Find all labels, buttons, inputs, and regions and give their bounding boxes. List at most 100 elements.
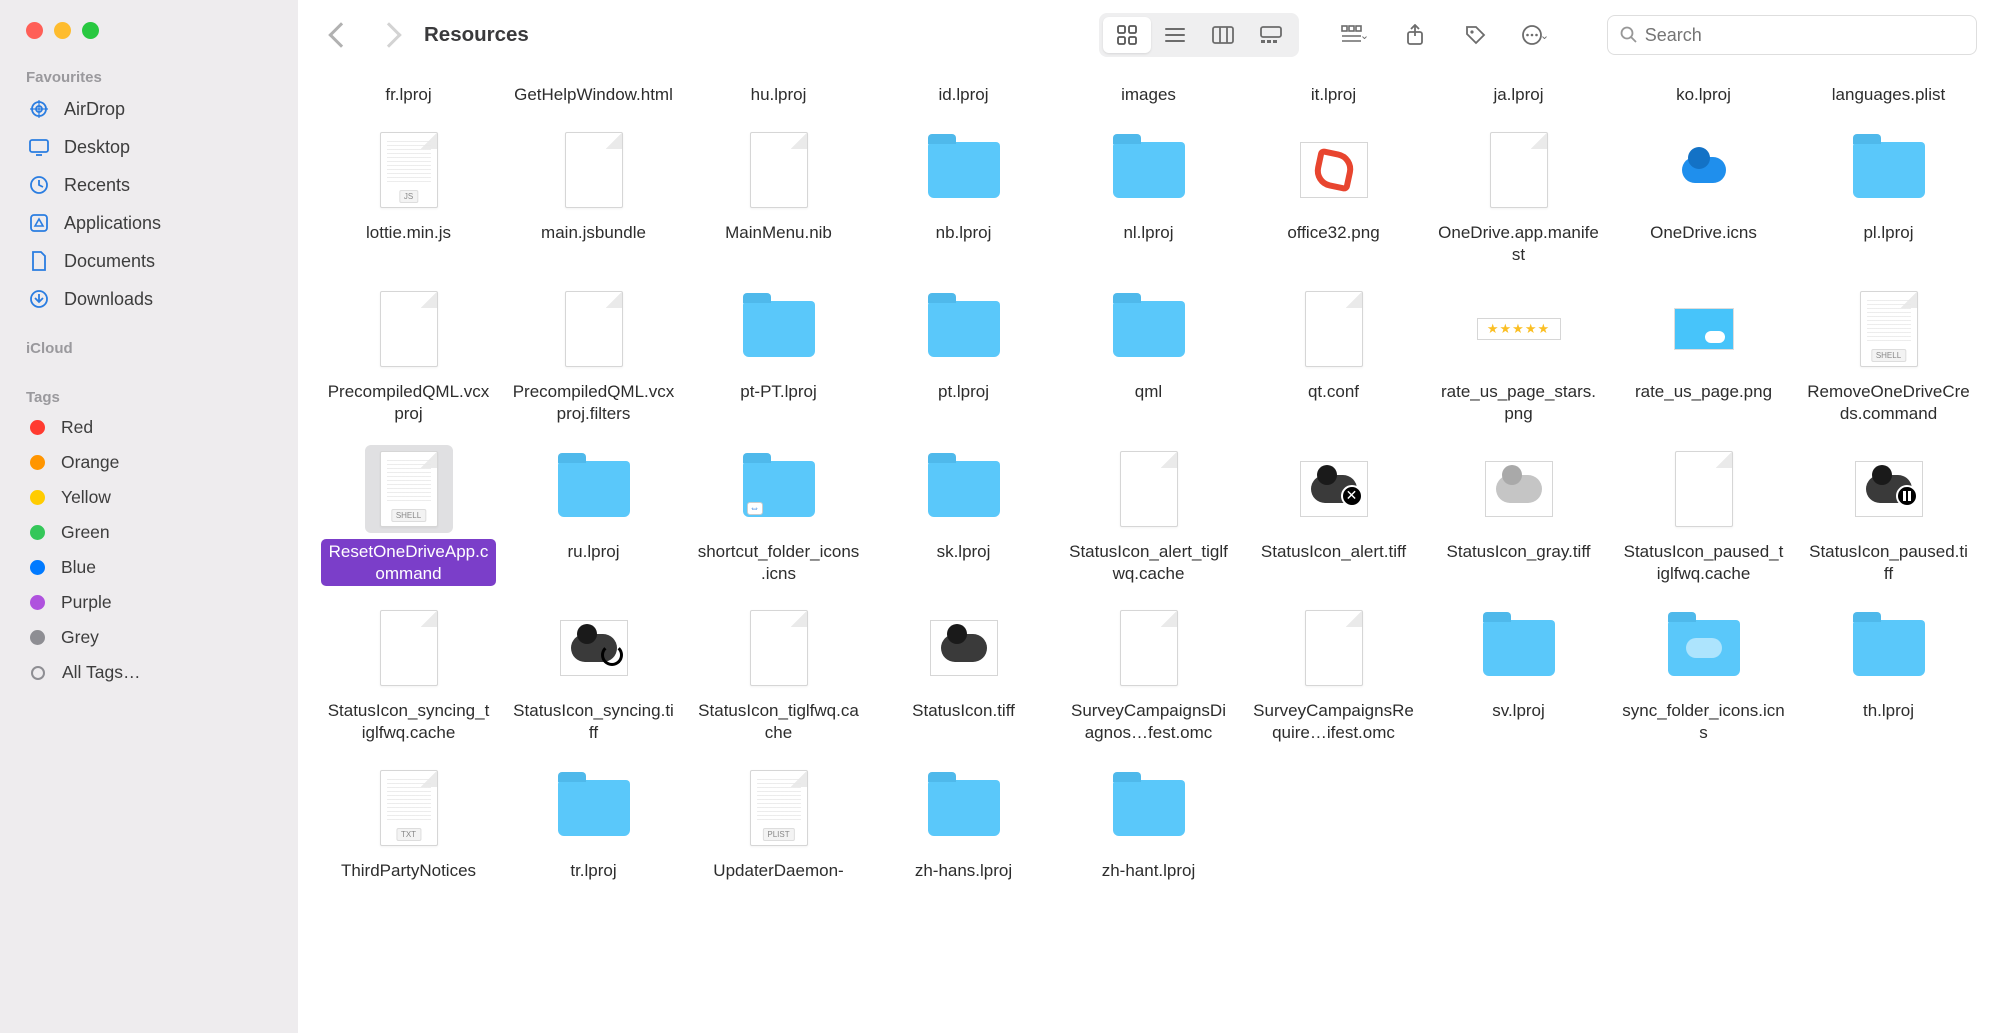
sidebar-item-applications[interactable]: Applications xyxy=(0,204,298,242)
file-item[interactable]: StatusIcon_syncing.tiff xyxy=(501,598,686,752)
file-item[interactable]: PrecompiledQML.vcxproj.filters xyxy=(501,279,686,433)
file-item[interactable]: JSlottie.min.js xyxy=(316,120,501,274)
all-tags-label: All Tags… xyxy=(62,662,140,683)
file-item[interactable]: main.jsbundle xyxy=(501,120,686,274)
file-item[interactable]: PrecompiledQML.vcxproj xyxy=(316,279,501,433)
file-item[interactable]: zh-hant.lproj xyxy=(1056,758,1241,908)
sidebar-tag-green[interactable]: Green xyxy=(0,515,298,550)
file-item[interactable]: GetHelpWindow.html xyxy=(501,76,686,114)
gallery-view-button[interactable] xyxy=(1247,17,1295,53)
file-item[interactable]: pt-PT.lproj xyxy=(686,279,871,433)
document-icon xyxy=(565,291,623,367)
file-item[interactable]: StatusIcon_alert_tiglfwq.cache xyxy=(1056,439,1241,593)
file-item[interactable]: zh-hans.lproj xyxy=(871,758,1056,908)
gallery-icon xyxy=(1260,26,1282,44)
file-item[interactable]: MainMenu.nib xyxy=(686,120,871,274)
file-item[interactable]: office32.png xyxy=(1241,120,1426,274)
file-item[interactable]: nl.lproj xyxy=(1056,120,1241,274)
file-item[interactable]: StatusIcon_syncing_tiglfwq.cache xyxy=(316,598,501,752)
back-button[interactable] xyxy=(328,22,353,47)
file-item[interactable]: images xyxy=(1056,76,1241,114)
file-item[interactable]: ★★★★★rate_us_page_stars.png xyxy=(1426,279,1611,433)
icloud-header: iCloud xyxy=(0,332,298,361)
more-actions-button[interactable]: ⌄ xyxy=(1511,17,1559,53)
file-label: StatusIcon_alert_tiglfwq.cache xyxy=(1061,539,1236,587)
column-view-button[interactable] xyxy=(1199,17,1247,53)
file-label: qt.conf xyxy=(1302,379,1365,423)
tag-dot-icon xyxy=(30,630,45,645)
file-item[interactable]: SHELLRemoveOneDriveCreds.command xyxy=(1796,279,1981,433)
sidebar-tag-orange[interactable]: Orange xyxy=(0,445,298,480)
file-item[interactable]: OneDrive.icns xyxy=(1611,120,1796,274)
search-field[interactable] xyxy=(1607,15,1977,55)
file-item[interactable]: nb.lproj xyxy=(871,120,1056,274)
file-item[interactable]: languages.plist xyxy=(1796,76,1981,114)
file-item[interactable]: tr.lproj xyxy=(501,758,686,908)
share-button[interactable] xyxy=(1391,17,1439,53)
sidebar-item-recents[interactable]: Recents xyxy=(0,166,298,204)
file-label: rate_us_page_stars.png xyxy=(1431,379,1606,427)
file-item[interactable]: pt.lproj xyxy=(871,279,1056,433)
sidebar-item-downloads[interactable]: Downloads xyxy=(0,280,298,318)
sidebar-tag-yellow[interactable]: Yellow xyxy=(0,480,298,515)
sidebar-tag-blue[interactable]: Blue xyxy=(0,550,298,585)
sidebar-item-airdrop[interactable]: AirDrop xyxy=(0,90,298,128)
file-item[interactable]: th.lproj xyxy=(1796,598,1981,752)
file-item[interactable]: StatusIcon_gray.tiff xyxy=(1426,439,1611,593)
tag-label: Red xyxy=(61,417,93,438)
file-label: ja.lproj xyxy=(1487,82,1549,108)
tag-label: Green xyxy=(61,522,110,543)
fullscreen-window-button[interactable] xyxy=(82,22,99,39)
view-mode-group xyxy=(1099,13,1299,57)
file-item[interactable]: StatusIcon.tiff xyxy=(871,598,1056,752)
file-item[interactable]: fr.lproj xyxy=(316,76,501,114)
icon-view-button[interactable] xyxy=(1103,17,1151,53)
file-item[interactable]: sk.lproj xyxy=(871,439,1056,593)
file-item[interactable]: rate_us_page.png xyxy=(1611,279,1796,433)
list-view-button[interactable] xyxy=(1151,17,1199,53)
group-by-button[interactable]: ⌄ xyxy=(1331,17,1379,53)
sidebar-all-tags[interactable]: All Tags… xyxy=(0,655,298,690)
file-item[interactable]: ja.lproj xyxy=(1426,76,1611,114)
file-item[interactable]: qml xyxy=(1056,279,1241,433)
sidebar-tag-purple[interactable]: Purple xyxy=(0,585,298,620)
forward-button[interactable] xyxy=(376,22,401,47)
file-label: languages.plist xyxy=(1826,82,1951,108)
file-item[interactable]: SurveyCampaignsDiagnos…fest.omc xyxy=(1056,598,1241,752)
file-item[interactable]: ✕StatusIcon_alert.tiff xyxy=(1241,439,1426,593)
search-input[interactable] xyxy=(1645,25,1964,46)
file-item[interactable]: id.lproj xyxy=(871,76,1056,114)
desktop-icon xyxy=(28,136,50,158)
minimize-window-button[interactable] xyxy=(54,22,71,39)
file-item[interactable]: it.lproj xyxy=(1241,76,1426,114)
file-item[interactable]: qt.conf xyxy=(1241,279,1426,433)
file-item[interactable]: SurveyCampaignsRequire…ifest.omc xyxy=(1241,598,1426,752)
file-label: nb.lproj xyxy=(930,220,998,264)
document-icon: TXT xyxy=(380,770,438,846)
file-item[interactable]: OneDrive.app.manifest xyxy=(1426,120,1611,274)
file-item[interactable]: ⇔shortcut_folder_icons.icns xyxy=(686,439,871,593)
sidebar-tag-grey[interactable]: Grey xyxy=(0,620,298,655)
file-item[interactable]: sync_folder_icons.icns xyxy=(1611,598,1796,752)
sidebar-item-label: Recents xyxy=(64,175,130,196)
file-item[interactable]: pl.lproj xyxy=(1796,120,1981,274)
tags-button[interactable] xyxy=(1451,17,1499,53)
sidebar-item-desktop[interactable]: Desktop xyxy=(0,128,298,166)
file-item[interactable]: hu.lproj xyxy=(686,76,871,114)
file-item[interactable]: StatusIcon_paused.tiff xyxy=(1796,439,1981,593)
close-window-button[interactable] xyxy=(26,22,43,39)
file-item[interactable]: StatusIcon_tiglfwq.cache xyxy=(686,598,871,752)
sync-overlay-icon xyxy=(601,644,623,666)
file-item[interactable]: sv.lproj xyxy=(1426,598,1611,752)
file-item[interactable]: StatusIcon_paused_tiglfwq.cache xyxy=(1611,439,1796,593)
file-item[interactable]: ko.lproj xyxy=(1611,76,1796,114)
file-item[interactable]: TXTThirdPartyNotices xyxy=(316,758,501,908)
sidebar-item-documents[interactable]: Documents xyxy=(0,242,298,280)
document-icon xyxy=(1675,451,1733,527)
sidebar-tag-red[interactable]: Red xyxy=(0,410,298,445)
file-item[interactable]: ru.lproj xyxy=(501,439,686,593)
file-label: th.lproj xyxy=(1857,698,1920,742)
tag-dot-icon xyxy=(30,420,45,435)
file-item[interactable]: PLISTUpdaterDaemon- xyxy=(686,758,871,908)
file-item[interactable]: SHELLResetOneDriveApp.command xyxy=(316,439,501,593)
